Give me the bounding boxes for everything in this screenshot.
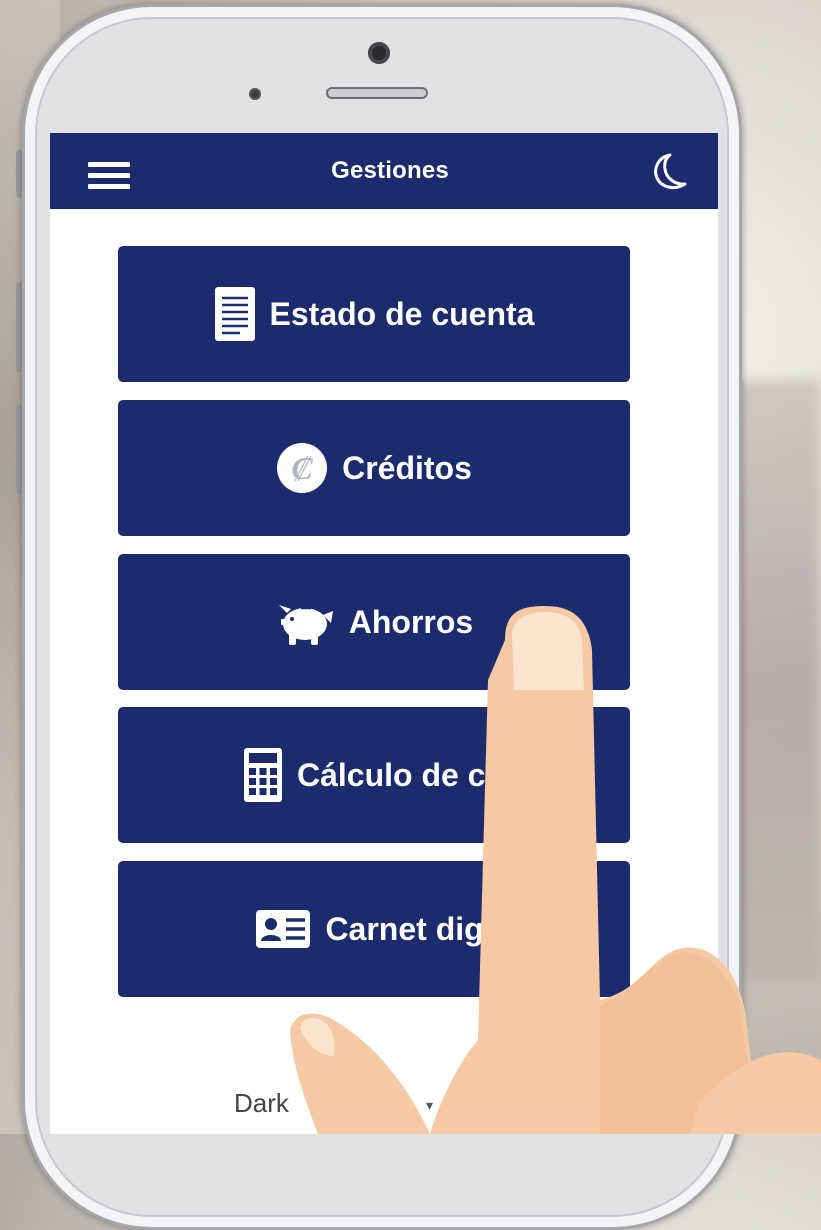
colon-currency-icon: ₡	[276, 442, 328, 494]
piggy-bank-icon	[275, 597, 335, 647]
creditos-button[interactable]: ₡ Créditos	[118, 400, 630, 536]
creditos-label: Créditos	[342, 449, 472, 486]
dark-mode-label: Dark	[234, 1088, 289, 1118]
estado-de-cuenta-button[interactable]: Estado de cuenta	[118, 246, 630, 382]
calculo-de-cuota-label: Cálculo de cu	[296, 756, 506, 793]
app-screen: Gestiones Estado de cuenta ₡ Créditos Ah…	[50, 133, 718, 1134]
front-camera	[368, 42, 390, 64]
page-title: Gestiones	[331, 157, 449, 184]
proximity-sensor	[249, 88, 261, 100]
ahorros-button[interactable]: Ahorros	[118, 554, 630, 690]
ahorros-label: Ahorros	[348, 603, 474, 640]
dark-mode-indicator-icon: ▾	[426, 1097, 434, 1113]
document-icon	[214, 286, 256, 342]
svg-text:₡: ₡	[291, 450, 313, 486]
calculo-de-cuota-button[interactable]: Cálculo de cu	[118, 707, 630, 843]
app-header: Gestiones	[50, 133, 718, 209]
moon-icon[interactable]	[644, 149, 690, 195]
id-card-icon	[255, 909, 311, 949]
carnet-digital-label: Carnet digi	[325, 910, 493, 947]
estado-de-cuenta-label: Estado de cuenta	[269, 295, 535, 332]
calculator-icon	[243, 747, 283, 803]
carnet-digital-button[interactable]: Carnet digi	[118, 861, 630, 997]
earpiece-speaker	[326, 87, 428, 99]
